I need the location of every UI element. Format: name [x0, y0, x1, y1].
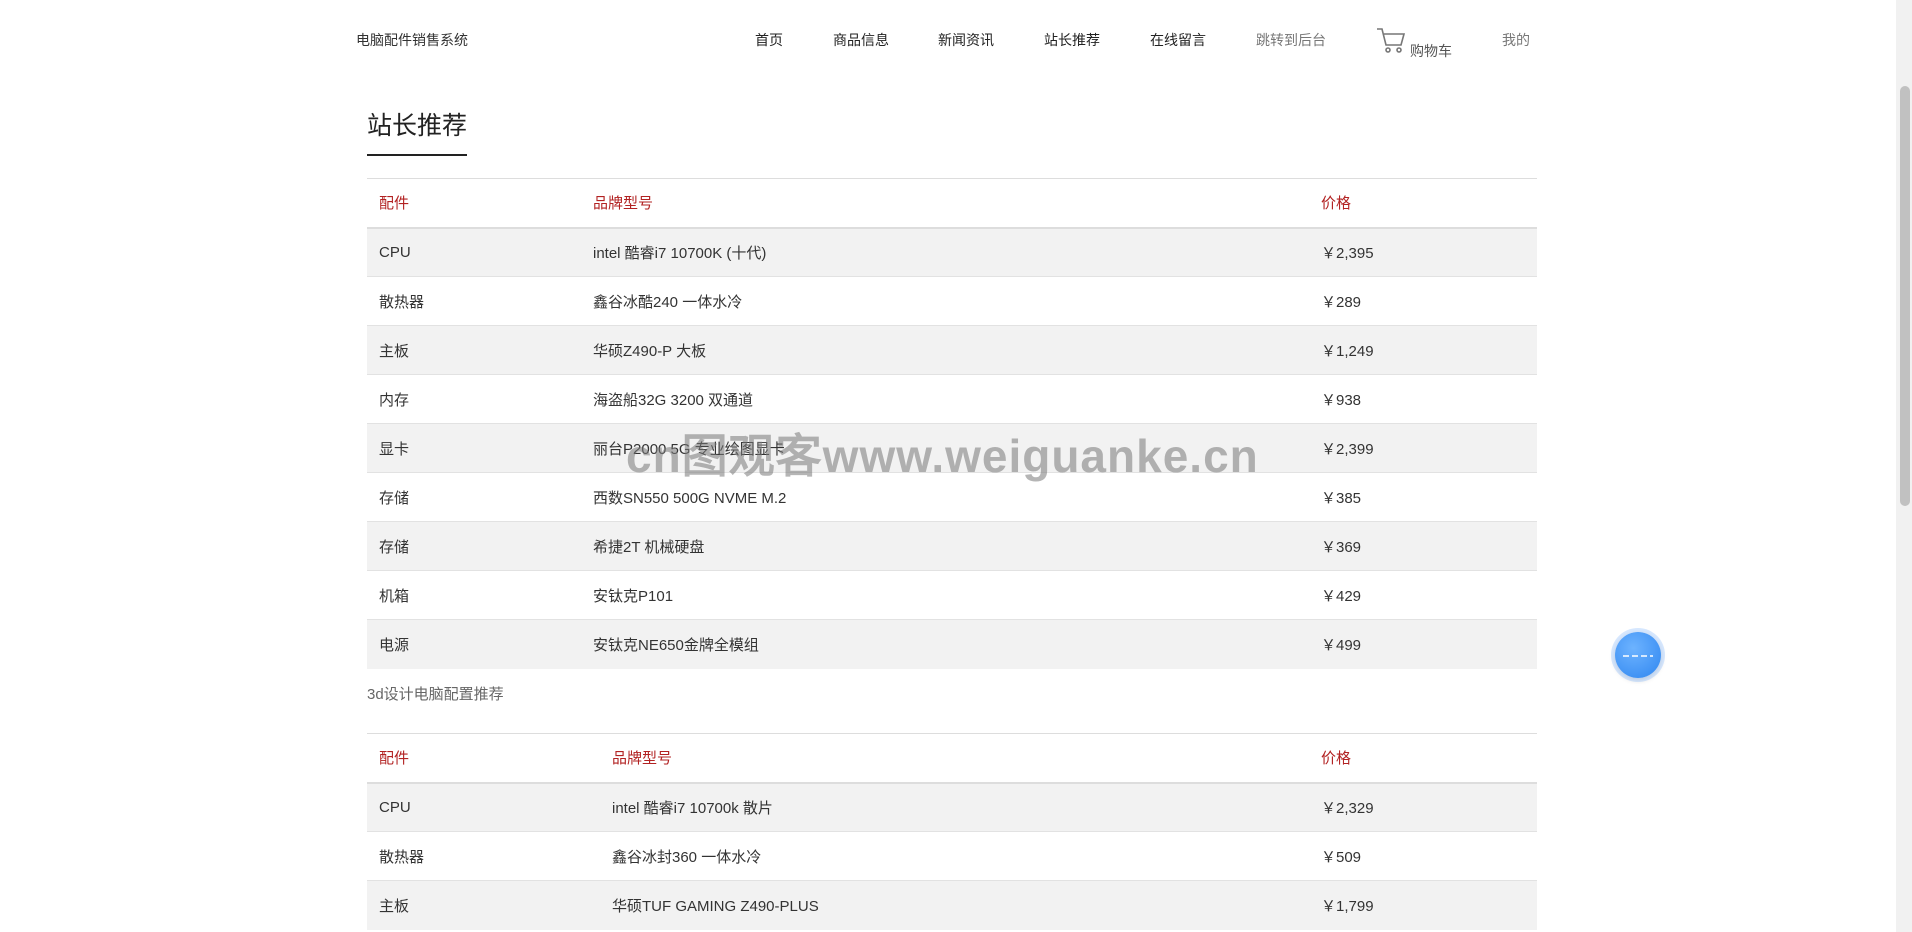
table-row: 机箱 安钛克P101 ￥429: [367, 570, 1537, 620]
page-title: 站长推荐: [367, 106, 468, 156]
cell-part: 存储: [367, 521, 581, 571]
cell-price: ￥938: [1309, 374, 1537, 424]
cell-model: 鑫谷冰封360 一体水冷: [600, 831, 1309, 881]
cell-price: ￥2,395: [1309, 227, 1537, 277]
cell-price: ￥2,329: [1309, 782, 1537, 832]
cell-price: ￥1,799: [1309, 880, 1537, 930]
table-header-row: 配件 品牌型号 价格: [367, 178, 1537, 229]
cell-model: 鑫谷冰酷240 一体水冷: [581, 276, 1309, 326]
cell-price: ￥385: [1309, 472, 1537, 522]
table-row: 存储 西数SN550 500G NVME M.2 ￥385: [367, 472, 1537, 522]
table-row: 存储 希捷2T 机械硬盘 ￥369: [367, 521, 1537, 571]
cell-model: intel 酷睿i7 10700k 散片: [600, 782, 1309, 832]
col-header-price: 价格: [1309, 733, 1537, 784]
table-row: 显卡 丽台P2000 5G 专业绘图显卡 ￥2,399: [367, 423, 1537, 473]
cell-price: ￥509: [1309, 831, 1537, 881]
table-row: 散热器 鑫谷冰酷240 一体水冷 ￥289: [367, 276, 1537, 326]
cell-price: ￥289: [1309, 276, 1537, 326]
config-table-recommend: 配件 品牌型号 价格 CPU intel 酷睿i7 10700K (十代) ￥2…: [367, 178, 1537, 669]
nav-admin[interactable]: 跳转到后台: [1256, 30, 1326, 50]
cart-link[interactable]: 购物车: [1376, 26, 1452, 59]
cell-part: CPU: [367, 782, 600, 832]
nav-news[interactable]: 新闻资讯: [938, 30, 994, 50]
cell-part: 散热器: [367, 276, 581, 326]
cell-model: 海盗船32G 3200 双通道: [581, 374, 1309, 424]
page-scrollbar[interactable]: [1896, 0, 1912, 932]
cell-part: 电源: [367, 619, 581, 669]
cell-part: 显卡: [367, 423, 581, 473]
cart-icon: [1376, 26, 1410, 57]
cell-model: 华硕Z490-P 大板: [581, 325, 1309, 375]
cell-model: 西数SN550 500G NVME M.2: [581, 472, 1309, 522]
cell-price: ￥369: [1309, 521, 1537, 571]
scrollbar-thumb[interactable]: [1900, 86, 1910, 506]
cell-model: 安钛克P101: [581, 570, 1309, 620]
table-header-row: 配件 品牌型号 价格: [367, 733, 1537, 784]
cell-part: 散热器: [367, 831, 600, 881]
nav-recommend[interactable]: 站长推荐: [1044, 30, 1100, 50]
cell-part: 主板: [367, 880, 600, 930]
table-row: 散热器 鑫谷冰封360 一体水冷 ￥509: [367, 831, 1537, 881]
cell-part: 主板: [367, 325, 581, 375]
cell-price: ￥2,399: [1309, 423, 1537, 473]
cart-label: 购物车: [1410, 43, 1452, 59]
cell-price: ￥429: [1309, 570, 1537, 620]
col-header-model: 品牌型号: [581, 178, 1309, 229]
col-header-part: 配件: [367, 733, 600, 784]
top-header: 电脑配件销售系统 首页 商品信息 新闻资讯 站长推荐 在线留言 跳转到后台 我的…: [0, 0, 1896, 82]
nav-mine[interactable]: 我的: [1502, 30, 1530, 50]
cell-part: 机箱: [367, 570, 581, 620]
cell-price: ￥1,249: [1309, 325, 1537, 375]
table-row: 主板 华硕TUF GAMING Z490-PLUS ￥1,799: [367, 880, 1537, 930]
config-table-3d-design: 配件 品牌型号 价格 CPU intel 酷睿i7 10700k 散片 ￥2,3…: [367, 733, 1537, 930]
cell-model: 华硕TUF GAMING Z490-PLUS: [600, 880, 1309, 930]
col-header-price: 价格: [1309, 178, 1537, 229]
table-row: 电源 安钛克NE650金牌全模组 ￥499: [367, 619, 1537, 669]
cell-model: intel 酷睿i7 10700K (十代): [581, 227, 1309, 277]
section-subtitle: 3d设计电脑配置推荐: [367, 686, 504, 703]
nav-products[interactable]: 商品信息: [833, 30, 889, 50]
main-nav: 首页 商品信息 新闻资讯 站长推荐 在线留言 跳转到后台 我的: [0, 30, 1896, 54]
table-row: 内存 海盗船32G 3200 双通道 ￥938: [367, 374, 1537, 424]
cell-part: CPU: [367, 227, 581, 277]
nav-message[interactable]: 在线留言: [1150, 30, 1206, 50]
nav-home[interactable]: 首页: [755, 30, 783, 50]
assistant-icon: [1623, 646, 1653, 664]
cell-part: 存储: [367, 472, 581, 522]
table-row: 主板 华硕Z490-P 大板 ￥1,249: [367, 325, 1537, 375]
cell-model: 安钛克NE650金牌全模组: [581, 619, 1309, 669]
table-row: CPU intel 酷睿i7 10700k 散片 ￥2,329: [367, 782, 1537, 832]
floating-assistant-button[interactable]: [1615, 632, 1661, 678]
cell-part: 内存: [367, 374, 581, 424]
cell-price: ￥499: [1309, 619, 1537, 669]
col-header-part: 配件: [367, 178, 581, 229]
col-header-model: 品牌型号: [600, 733, 1309, 784]
table-row: CPU intel 酷睿i7 10700K (十代) ￥2,395: [367, 227, 1537, 277]
cell-model: 丽台P2000 5G 专业绘图显卡: [581, 423, 1309, 473]
cell-model: 希捷2T 机械硬盘: [581, 521, 1309, 571]
